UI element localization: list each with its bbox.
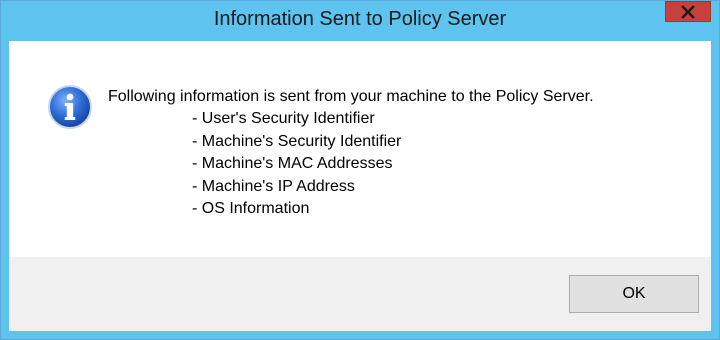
close-icon [681, 4, 695, 19]
window-title: Information Sent to Policy Server [213, 8, 507, 30]
ok-button[interactable]: OK [569, 275, 699, 313]
dialog-window: Information Sent to Policy Server Follow… [0, 0, 720, 340]
list-item: - Machine's MAC Addresses [192, 155, 393, 173]
list-item: - Machine's IP Address [192, 177, 355, 195]
title-bar[interactable]: Information Sent to Policy Server [1, 1, 719, 41]
list-item: - OS Information [192, 200, 310, 218]
dialog-message: Following information is sent from your … [108, 88, 594, 105]
info-list: - User's Security Identifier - Machine's… [192, 108, 401, 221]
close-button[interactable] [665, 1, 711, 22]
content-area: Following information is sent from your … [9, 41, 711, 257]
info-icon [48, 85, 92, 129]
dialog-client-area: Following information is sent from your … [9, 41, 711, 331]
list-item: - Machine's Security Identifier [192, 132, 402, 150]
list-item: - User's Security Identifier [192, 110, 375, 127]
